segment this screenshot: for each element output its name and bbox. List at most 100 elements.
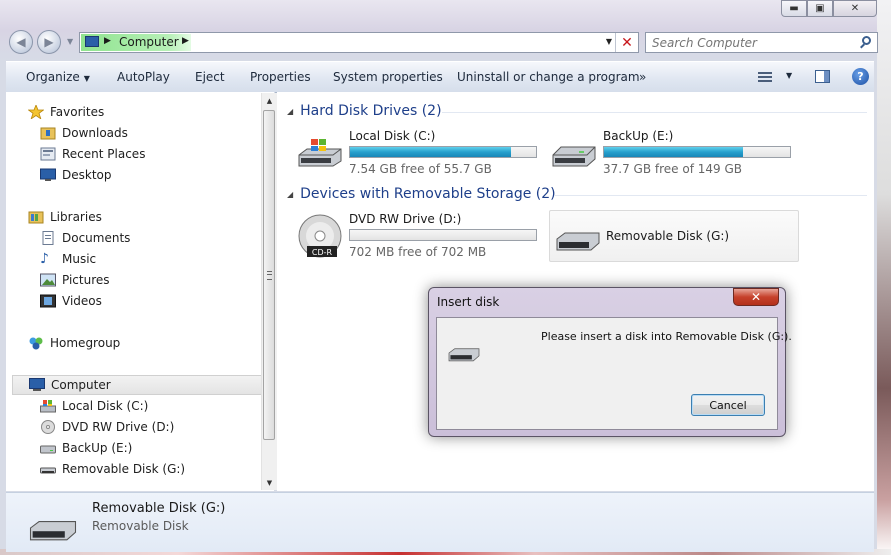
group-header-removable-storage[interactable]: ◢ Devices with Removable Storage (2) <box>287 186 556 202</box>
nav-item-label: Recent Places <box>62 147 146 161</box>
nav-item-pictures[interactable]: Pictures <box>40 270 110 290</box>
insert-disk-dialog: Insert disk ✕ Please insert a disk into … <box>428 287 792 437</box>
drive-name: Removable Disk (G:) <box>606 229 730 243</box>
dialog-close-button[interactable]: ✕ <box>733 288 779 306</box>
nav-computer[interactable]: Computer <box>12 375 264 395</box>
drive-name: BackUp (E:) <box>603 129 674 143</box>
nav-item-videos[interactable]: Videos <box>40 291 102 311</box>
nav-item-label: Downloads <box>62 126 128 140</box>
search-input[interactable] <box>652 35 852 50</box>
view-options-dropdown-icon[interactable]: ▼ <box>786 71 792 80</box>
breadcrumb-arrow-icon[interactable]: ▶ <box>182 36 189 46</box>
nav-item-label: Documents <box>62 231 131 245</box>
nav-item-label: DVD RW Drive (D:) <box>62 420 175 434</box>
nav-item-dvd-drive[interactable]: DVD RW Drive (D:) <box>40 417 174 437</box>
nav-item-removable-disk[interactable]: Removable Disk (G:) <box>40 459 185 479</box>
hard-drive-windows-icon <box>40 399 56 413</box>
stop-loading-icon[interactable]: ✕ <box>615 33 638 52</box>
navigation-scrollbar[interactable]: ▲ ▼ <box>261 93 277 490</box>
drive-usage-bar <box>603 146 791 158</box>
drive-free-space: 37.7 GB free of 149 GB <box>603 162 742 176</box>
details-item-name: Removable Disk (G:) <box>92 501 226 516</box>
drive-name: Local Disk (C:) <box>349 129 436 143</box>
removable-disk-icon <box>40 462 56 476</box>
downloads-folder-icon <box>40 126 56 140</box>
nav-libraries-label: Libraries <box>50 210 102 224</box>
cd-r-label: CD-R <box>312 248 333 257</box>
scroll-down-icon[interactable]: ▼ <box>262 475 277 490</box>
breadcrumb-arrow-icon[interactable]: ▶ <box>104 36 111 46</box>
eject-button[interactable]: Eject <box>195 70 225 84</box>
nav-item-downloads[interactable]: Downloads <box>40 123 128 143</box>
drive-tile-local-disk[interactable]: Local Disk (C:) 7.54 GB free of 55.7 GB <box>297 129 547 179</box>
nav-item-label: Videos <box>62 294 102 308</box>
recent-places-icon <box>40 147 56 161</box>
removable-disk-icon <box>448 348 480 362</box>
drive-free-space: 702 MB free of 702 MB <box>349 245 487 259</box>
homegroup-icon <box>28 336 44 350</box>
back-button[interactable]: ◀ <box>9 30 33 54</box>
forward-button[interactable]: ▶ <box>37 30 61 54</box>
collapse-triangle-icon[interactable]: ◢ <box>287 107 293 116</box>
star-icon <box>27 103 45 120</box>
cancel-button[interactable]: Cancel <box>691 394 765 416</box>
minimize-button[interactable]: ▬ <box>781 0 807 17</box>
preview-pane-icon[interactable] <box>815 70 830 83</box>
properties-button[interactable]: Properties <box>250 70 311 84</box>
nav-item-label: Desktop <box>62 168 112 182</box>
nav-favorites-label: Favorites <box>50 105 105 119</box>
maximize-button[interactable]: ▣ <box>807 0 833 17</box>
nav-computer-label: Computer <box>51 378 111 392</box>
nav-item-desktop[interactable]: Desktop <box>40 165 112 185</box>
group-header-label: Devices with Removable Storage (2) <box>300 186 556 202</box>
drive-name: DVD RW Drive (D:) <box>349 212 462 226</box>
documents-icon <box>40 231 56 245</box>
drive-tile-dvd[interactable]: CD-R DVD RW Drive (D:) 702 MB free of 70… <box>297 212 547 262</box>
change-view-icon[interactable] <box>758 70 772 83</box>
organize-label: Organize <box>26 70 80 84</box>
drive-tile-backup[interactable]: BackUp (E:) 37.7 GB free of 149 GB <box>551 129 801 179</box>
scroll-up-icon[interactable]: ▲ <box>262 93 277 108</box>
breadcrumb-computer[interactable]: Computer <box>119 35 179 49</box>
drive-tile-removable-disk[interactable]: Removable Disk (G:) <box>549 210 799 262</box>
computer-icon <box>85 36 99 47</box>
nav-homegroup[interactable]: Homegroup <box>28 333 120 353</box>
collapse-triangle-icon[interactable]: ◢ <box>287 190 293 199</box>
nav-item-documents[interactable]: Documents <box>40 228 130 248</box>
back-arrow-icon: ◀ <box>16 35 26 49</box>
dialog-title: Insert disk <box>437 295 500 309</box>
hard-drive-icon <box>552 146 596 167</box>
nav-item-backup[interactable]: BackUp (E:) <box>40 438 132 458</box>
navigation-pane: Favorites Downloads Recent Places Deskto… <box>6 92 277 491</box>
nav-item-recent-places[interactable]: Recent Places <box>40 144 145 164</box>
organize-menu[interactable]: Organize ▼ <box>26 70 90 84</box>
removable-disk-icon <box>29 521 77 541</box>
system-properties-button[interactable]: System properties <box>333 70 443 84</box>
nav-homegroup-label: Homegroup <box>50 336 121 350</box>
grip-icon <box>267 271 272 280</box>
autoplay-button[interactable]: AutoPlay <box>117 70 170 84</box>
nav-item-label: Pictures <box>62 273 110 287</box>
nav-item-label: Removable Disk (G:) <box>62 462 186 476</box>
more-commands-button[interactable]: » <box>639 70 646 84</box>
close-window-button[interactable]: ✕ <box>833 0 877 17</box>
nav-favorites[interactable]: Favorites <box>27 102 105 122</box>
dvd-drive-icon <box>40 420 56 434</box>
desktop-icon <box>40 168 56 182</box>
nav-libraries[interactable]: Libraries <box>28 207 102 227</box>
nav-item-music[interactable]: ♪ Music <box>40 249 96 269</box>
computer-icon <box>29 378 45 392</box>
address-dropdown-icon[interactable]: ▼ <box>606 37 612 46</box>
scrollbar-thumb[interactable] <box>263 110 275 440</box>
group-header-hard-disk-drives[interactable]: ◢ Hard Disk Drives (2) <box>287 103 442 119</box>
nav-item-local-disk[interactable]: Local Disk (C:) <box>40 396 148 416</box>
drive-usage-bar <box>349 229 537 241</box>
help-icon[interactable]: ? <box>852 68 869 85</box>
details-pane: Removable Disk (G:) Removable Disk <box>6 492 874 552</box>
uninstall-program-button[interactable]: Uninstall or change a program <box>457 70 640 84</box>
search-icon[interactable] <box>862 36 871 45</box>
dialog-body: Please insert a disk into Removable Disk… <box>436 317 792 430</box>
search-box[interactable] <box>645 32 878 53</box>
address-bar[interactable]: ▶ Computer ▶ ▼ ✕ <box>79 32 639 53</box>
recent-pages-dropdown-icon[interactable]: ▼ <box>67 37 73 46</box>
